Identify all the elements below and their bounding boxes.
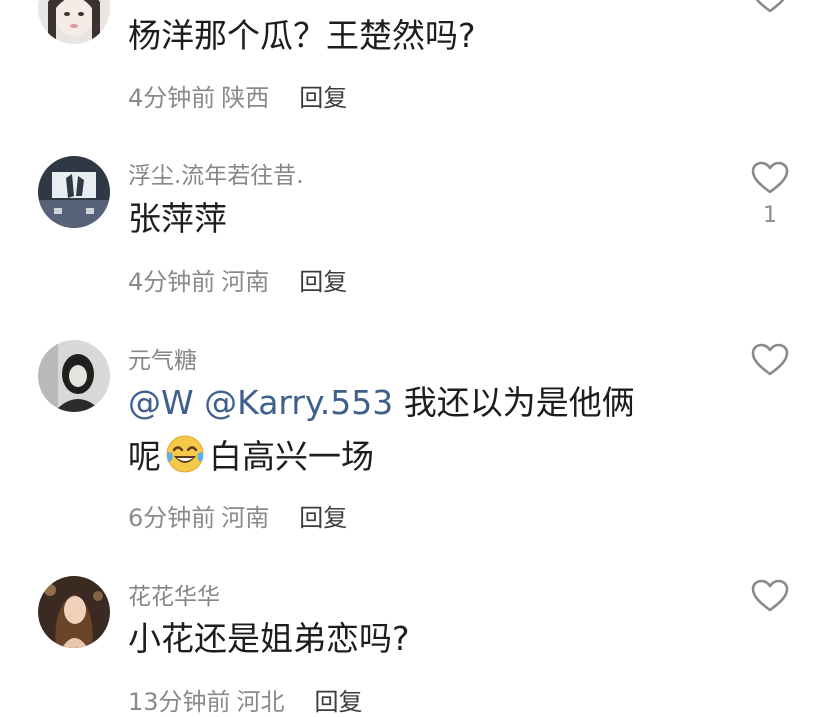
avatar[interactable] [38, 0, 110, 44]
comment-meta: 13分钟前 河北 回复 [128, 682, 363, 717]
comment-text: 呢 白高兴一场 [128, 430, 374, 484]
comment-text-line2a: 呢 [128, 437, 161, 476]
face-with-tears-of-joy-icon [165, 434, 205, 474]
comment-location: 陕西 [221, 84, 270, 112]
comment-username[interactable]: 浮尘.流年若往昔. [128, 156, 304, 190]
comment-time: 4分钟前 [128, 84, 216, 112]
like-heart-icon[interactable] [751, 579, 789, 613]
reply-button[interactable]: 回复 [299, 84, 347, 112]
avatar[interactable] [38, 156, 110, 228]
like-heart-icon[interactable] [751, 343, 789, 377]
comment-location: 河南 [221, 268, 270, 296]
avatar[interactable] [38, 340, 110, 412]
like-heart-icon[interactable] [751, 0, 789, 14]
comment-time: 13分钟前 [128, 688, 231, 716]
comment-text-line2b: 白高兴一场 [209, 437, 374, 476]
mention-link[interactable]: @W [128, 383, 194, 422]
comment-time: 4分钟前 [128, 268, 216, 296]
reply-button[interactable]: 回复 [299, 268, 347, 296]
like-heart-icon[interactable] [751, 161, 789, 195]
comment-text-line1: 我还以为是他俩 [403, 383, 635, 422]
reply-button[interactable]: 回复 [299, 504, 347, 532]
comment-location: 河南 [221, 504, 270, 532]
comment-username[interactable]: 花花华华 [128, 577, 220, 611]
mention-link[interactable]: @Karry.553 [204, 383, 393, 422]
like-count: 1 [763, 203, 777, 228]
comment-text: @W @Karry.553 我还以为是他俩 [128, 376, 635, 430]
comment-location: 河北 [236, 688, 285, 716]
comment-meta: 6分钟前 河南 回复 [128, 498, 347, 533]
comment-text: 小花还是姐弟恋吗? [128, 619, 410, 658]
avatar[interactable] [38, 576, 110, 648]
comment-meta: 4分钟前 河南 回复 [128, 262, 347, 297]
comment-username[interactable]: 元气糖 [128, 341, 197, 375]
comment-meta: 4分钟前 陕西 回复 [128, 78, 347, 113]
comment-text: 杨洋那个瓜？王楚然吗? [128, 16, 476, 55]
comment-time: 6分钟前 [128, 504, 216, 532]
comment-text: 张萍萍 [128, 199, 227, 238]
reply-button[interactable]: 回复 [315, 688, 363, 716]
